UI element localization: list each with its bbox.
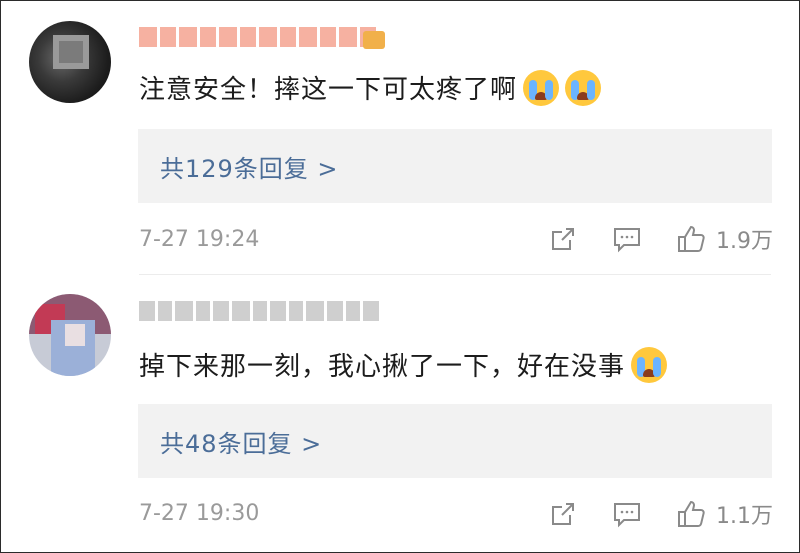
comment-text: 掉下来那一刻，我心揪了一下，好在没事 <box>139 346 668 383</box>
username-blurred[interactable] <box>139 25 376 49</box>
comment-actions: 1.1万 <box>514 498 773 530</box>
crying-face-emoji <box>523 69 560 106</box>
like-icon[interactable] <box>676 499 706 529</box>
share-icon[interactable] <box>548 224 578 254</box>
username-blurred[interactable] <box>139 299 379 323</box>
comment-actions: 1.9万 <box>514 223 773 255</box>
crying-face-emoji <box>631 346 668 383</box>
comment-icon[interactable] <box>612 499 642 529</box>
like-count: 1.9万 <box>716 229 773 254</box>
replies-link[interactable]: 共129条回复 > <box>160 149 339 184</box>
divider <box>139 274 771 275</box>
avatar[interactable] <box>29 294 111 376</box>
share-icon[interactable] <box>548 499 578 529</box>
comment-list: 注意安全！摔这一下可太疼了啊 共129条回复 > 7-27 19:24 1.9万… <box>0 0 800 553</box>
vip-badge-icon <box>363 31 385 49</box>
replies-link[interactable]: 共48条回复 > <box>160 424 322 459</box>
timestamp: 7-27 19:24 <box>139 227 260 252</box>
timestamp: 7-27 19:30 <box>139 501 260 526</box>
crying-face-emoji <box>565 69 602 106</box>
comment-item: 注意安全！摔这一下可太疼了啊 共129条回复 > 7-27 19:24 1.9万 <box>1 1 799 269</box>
avatar[interactable] <box>29 21 111 103</box>
comment-icon[interactable] <box>612 224 642 254</box>
comment-body: 掉下来那一刻，我心揪了一下，好在没事 <box>139 352 626 382</box>
replies-box[interactable]: 共48条回复 > <box>138 404 772 478</box>
comment-body: 注意安全！摔这一下可太疼了啊 <box>139 75 518 105</box>
comment-text: 注意安全！摔这一下可太疼了啊 <box>139 69 602 106</box>
like-count: 1.1万 <box>716 504 773 529</box>
comment-item: 掉下来那一刻，我心揪了一下，好在没事 共48条回复 > 7-27 19:30 1… <box>1 279 799 552</box>
like-icon[interactable] <box>676 224 706 254</box>
replies-box[interactable]: 共129条回复 > <box>138 129 772 203</box>
